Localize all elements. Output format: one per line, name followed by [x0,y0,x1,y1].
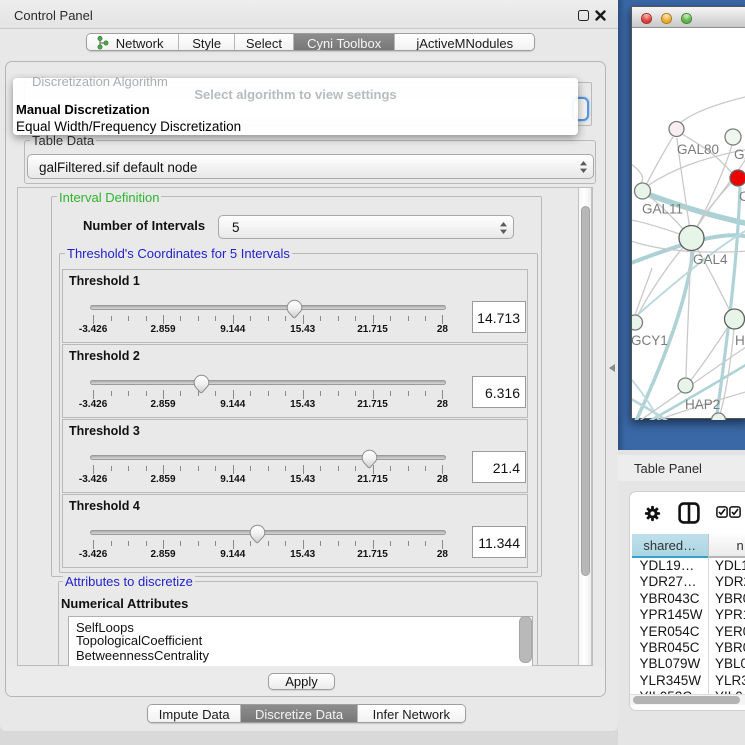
svg-text:GCY1: GCY1 [632,333,668,348]
svg-text:C: C [739,189,745,204]
svg-text:GA: GA [734,147,745,162]
svg-text:HAP2: HAP2 [685,397,720,412]
svg-text:GAL4: GAL4 [693,252,728,267]
svg-text:H: H [735,333,745,348]
svg-text:GAL80: GAL80 [677,142,719,157]
svg-text:GAL11: GAL11 [642,202,683,217]
